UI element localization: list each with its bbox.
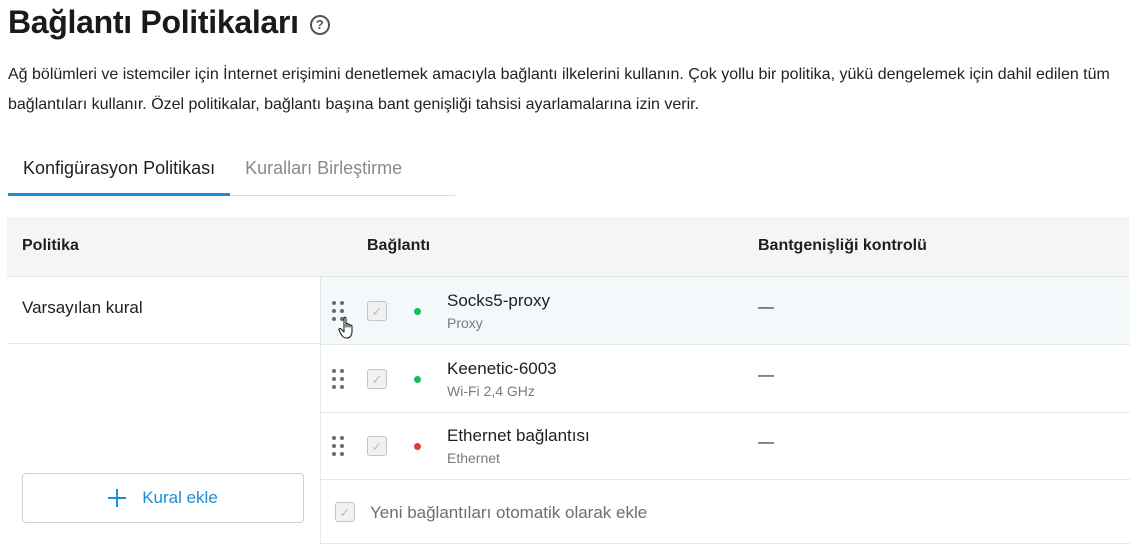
table-header: Politika Bağlantı Bantgenişliği kontrolü xyxy=(7,217,1129,277)
auto-add-row: ✓ Yeni bağlantıları otomatik olarak ekle xyxy=(321,479,1130,544)
status-offline-dot xyxy=(414,443,421,450)
auto-add-label[interactable]: Yeni bağlantıları otomatik olarak ekle xyxy=(370,503,647,523)
page-title: Bağlantı Politikaları xyxy=(8,4,299,40)
connection-list: ✓ Socks5-proxy Proxy — ✓ Keenetic-6003 W… xyxy=(320,277,1130,544)
bandwidth-value: — xyxy=(758,367,774,384)
connection-checkbox[interactable]: ✓ xyxy=(367,301,387,321)
connection-name: Keenetic-6003 xyxy=(447,359,557,378)
policy-list: Varsayılan kural Kural ekle xyxy=(7,277,320,544)
tab-kurallari-birlestirme[interactable]: Kuralları Birleştirme xyxy=(230,150,417,196)
page-description: Ağ bölümleri ve istemciler için İnternet… xyxy=(8,66,1110,113)
connection-name: Ethernet bağlantısı xyxy=(447,426,590,445)
policy-item-default[interactable]: Varsayılan kural xyxy=(7,277,320,344)
drag-handle-icon[interactable] xyxy=(332,436,344,456)
column-header-connection: Bağlantı xyxy=(367,237,431,254)
status-online-dot xyxy=(414,376,421,383)
add-rule-label: Kural ekle xyxy=(142,488,218,507)
bandwidth-value: — xyxy=(758,299,774,316)
connection-checkbox[interactable]: ✓ xyxy=(367,369,387,389)
help-question-icon[interactable]: ? xyxy=(309,14,330,35)
drag-handle-icon[interactable] xyxy=(332,369,344,389)
connection-name: Socks5-proxy xyxy=(447,291,550,310)
title-row: Bağlantı Politikaları ? xyxy=(8,4,330,41)
tab-konfigurasyon-politikasi[interactable]: Konfigürasyon Politikası xyxy=(8,150,231,196)
status-online-dot xyxy=(414,308,421,315)
connection-row[interactable]: ✓ Ethernet bağlantısı Ethernet — xyxy=(321,412,1130,480)
connection-type: Ethernet xyxy=(447,450,500,466)
tab-bar: Konfigürasyon Politikası Kuralları Birle… xyxy=(8,150,455,196)
connection-type: Wi-Fi 2,4 GHz xyxy=(447,383,535,399)
auto-add-checkbox[interactable]: ✓ xyxy=(335,502,355,522)
connection-row[interactable]: ✓ Keenetic-6003 Wi-Fi 2,4 GHz — xyxy=(321,345,1130,413)
hand-pointer-icon xyxy=(338,316,353,339)
connection-type: Proxy xyxy=(447,315,483,331)
column-header-policy: Politika xyxy=(22,237,79,254)
connection-row[interactable]: ✓ Socks5-proxy Proxy — xyxy=(321,277,1130,345)
add-rule-button[interactable]: Kural ekle xyxy=(22,473,304,523)
column-header-bandwidth: Bantgenişliği kontrolü xyxy=(758,237,927,254)
bandwidth-value: — xyxy=(758,434,774,451)
plus-icon xyxy=(108,489,127,507)
connection-checkbox[interactable]: ✓ xyxy=(367,436,387,456)
